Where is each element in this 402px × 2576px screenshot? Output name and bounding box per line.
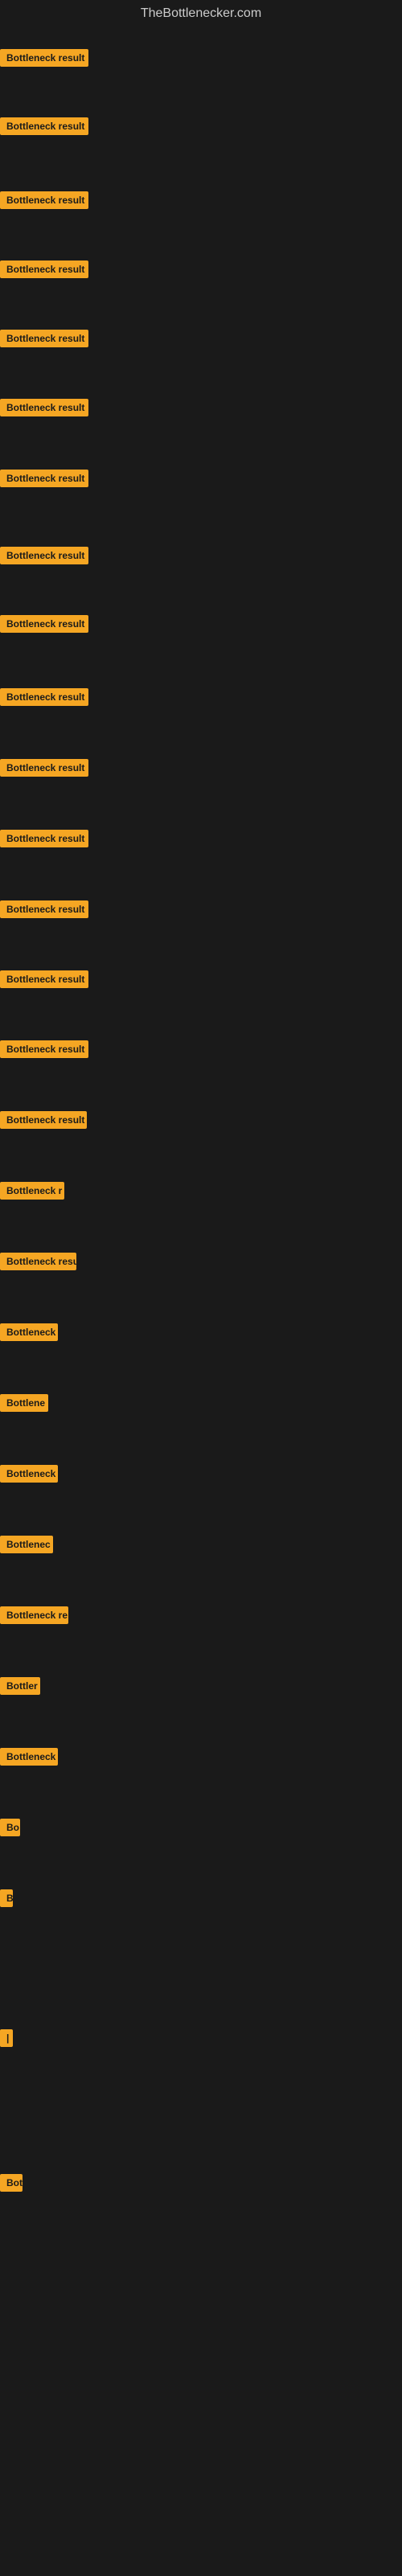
bottleneck-badge-23: Bottleneck re (0, 1606, 68, 1624)
bottleneck-item-7[interactable]: Bottleneck result (0, 470, 88, 491)
bottleneck-badge-26: Bo (0, 1819, 20, 1836)
bottleneck-badge-20: Bottlene (0, 1394, 48, 1412)
bottleneck-item-26[interactable]: Bo (0, 1819, 20, 1840)
bottleneck-item-25[interactable]: Bottleneck (0, 1748, 58, 1770)
bottleneck-item-16[interactable]: Bottleneck result (0, 1111, 87, 1133)
bottleneck-badge-13: Bottleneck result (0, 900, 88, 918)
bottleneck-badge-5: Bottleneck result (0, 330, 88, 347)
bottleneck-badge-6: Bottleneck result (0, 399, 88, 416)
bottleneck-item-15[interactable]: Bottleneck result (0, 1040, 88, 1062)
bottleneck-item-9[interactable]: Bottleneck result (0, 615, 88, 637)
bottleneck-badge-28: | (0, 2029, 13, 2047)
bottleneck-item-10[interactable]: Bottleneck result (0, 688, 88, 710)
bottleneck-item-8[interactable]: Bottleneck result (0, 547, 88, 568)
bottleneck-badge-27: B (0, 1889, 13, 1907)
bottleneck-badge-1: Bottleneck result (0, 49, 88, 67)
bottleneck-badge-8: Bottleneck result (0, 547, 88, 564)
bottleneck-item-18[interactable]: Bottleneck resu (0, 1253, 76, 1274)
bottleneck-item-11[interactable]: Bottleneck result (0, 759, 88, 781)
bottleneck-item-12[interactable]: Bottleneck result (0, 830, 88, 851)
bottleneck-badge-9: Bottleneck result (0, 615, 88, 633)
bottleneck-item-20[interactable]: Bottlene (0, 1394, 48, 1416)
bottleneck-badge-3: Bottleneck result (0, 191, 88, 209)
bottleneck-item-1[interactable]: Bottleneck result (0, 49, 88, 71)
bottleneck-badge-19: Bottleneck (0, 1323, 58, 1341)
bottleneck-badge-25: Bottleneck (0, 1748, 58, 1766)
bottleneck-badge-12: Bottleneck result (0, 830, 88, 847)
bottleneck-badge-2: Bottleneck result (0, 117, 88, 135)
bottleneck-badge-22: Bottlenec (0, 1536, 53, 1553)
bottleneck-badge-11: Bottleneck result (0, 759, 88, 777)
bottleneck-item-21[interactable]: Bottleneck (0, 1465, 58, 1487)
bottleneck-item-4[interactable]: Bottleneck result (0, 260, 88, 282)
bottleneck-item-22[interactable]: Bottlenec (0, 1536, 53, 1557)
bottleneck-item-27[interactable]: B (0, 1889, 13, 1911)
bottleneck-item-19[interactable]: Bottleneck (0, 1323, 58, 1345)
bottleneck-badge-29: Bot (0, 2174, 23, 2192)
site-title: TheBottlenecker.com (0, 0, 402, 27)
bottleneck-item-5[interactable]: Bottleneck result (0, 330, 88, 351)
bottleneck-item-24[interactable]: Bottler (0, 1677, 40, 1699)
bottleneck-badge-15: Bottleneck result (0, 1040, 88, 1058)
bottleneck-badge-24: Bottler (0, 1677, 40, 1695)
bottleneck-badge-16: Bottleneck result (0, 1111, 87, 1129)
bottleneck-item-23[interactable]: Bottleneck re (0, 1606, 68, 1628)
bottleneck-badge-7: Bottleneck result (0, 470, 88, 487)
bottleneck-item-29[interactable]: Bot (0, 2174, 23, 2196)
bottleneck-badge-4: Bottleneck result (0, 260, 88, 278)
bottleneck-badge-10: Bottleneck result (0, 688, 88, 706)
bottleneck-badge-21: Bottleneck (0, 1465, 58, 1483)
bottleneck-item-17[interactable]: Bottleneck r (0, 1182, 64, 1204)
bottleneck-item-2[interactable]: Bottleneck result (0, 117, 88, 139)
bottleneck-item-3[interactable]: Bottleneck result (0, 191, 88, 213)
bottleneck-badge-18: Bottleneck resu (0, 1253, 76, 1270)
bottleneck-badge-17: Bottleneck r (0, 1182, 64, 1200)
bottleneck-item-14[interactable]: Bottleneck result (0, 970, 88, 992)
bottleneck-item-6[interactable]: Bottleneck result (0, 399, 88, 420)
bottleneck-item-28[interactable]: | (0, 2029, 13, 2051)
bottleneck-item-13[interactable]: Bottleneck result (0, 900, 88, 922)
bottleneck-badge-14: Bottleneck result (0, 970, 88, 988)
